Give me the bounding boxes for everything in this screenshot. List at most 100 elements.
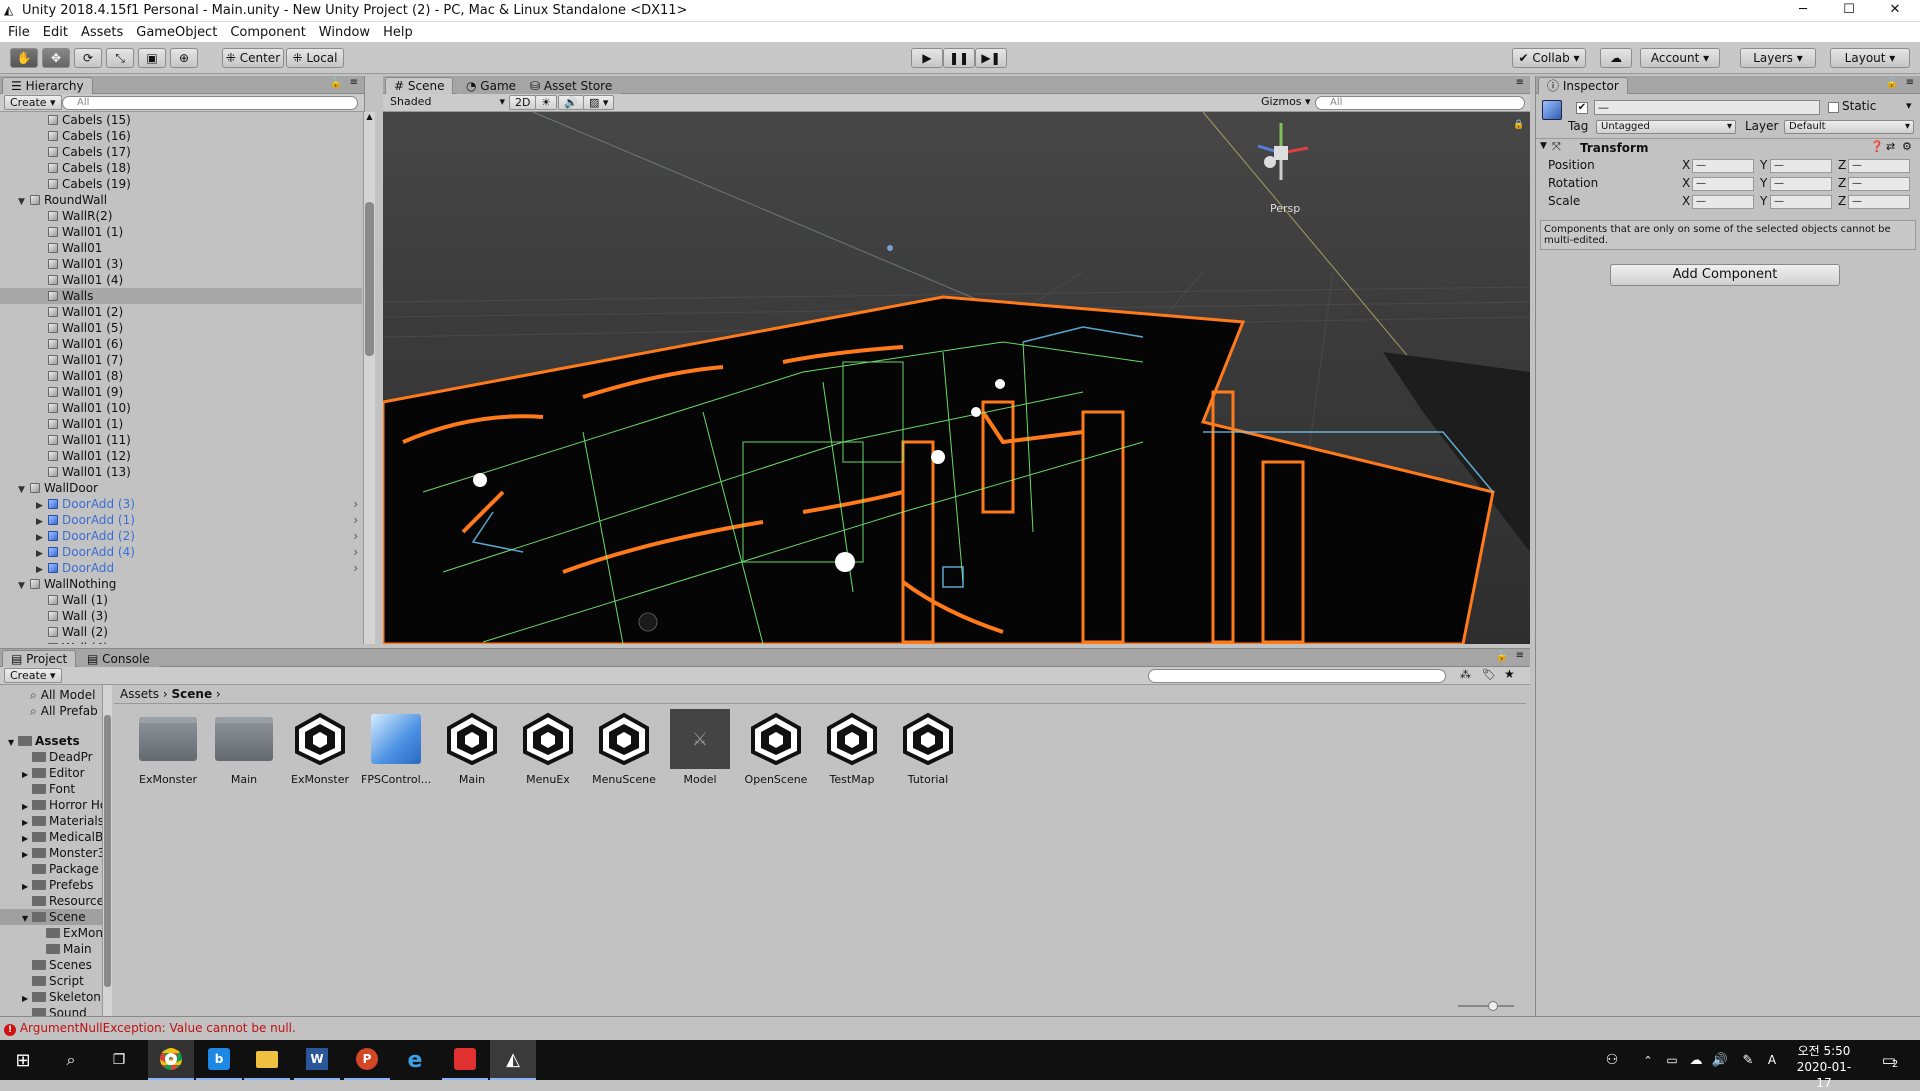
collapse-arrow-icon[interactable]: ▼ bbox=[1540, 141, 1547, 151]
transform-tool-button[interactable]: ⊕ bbox=[170, 48, 198, 68]
folder-tree-item[interactable]: DeadPr bbox=[0, 749, 102, 765]
collapse-arrow-icon[interactable]: ▶ bbox=[22, 767, 32, 781]
close-button[interactable]: ✕ bbox=[1872, 0, 1918, 22]
bing-taskbar-button[interactable]: b bbox=[196, 1040, 242, 1080]
folder-tree-item[interactable]: Font bbox=[0, 781, 102, 797]
hierarchy-item[interactable]: Wall (3) bbox=[0, 608, 362, 624]
hierarchy-item[interactable]: Wall (2) bbox=[0, 624, 362, 640]
hierarchy-item[interactable]: ▶ DoorAdd (1) › bbox=[0, 512, 362, 528]
hierarchy-item[interactable]: Wall01 (6) bbox=[0, 336, 362, 352]
pause-button[interactable]: ❚❚ bbox=[943, 48, 975, 68]
notification-button[interactable]: ▭ 2 bbox=[1870, 1040, 1910, 1080]
cloud-button[interactable]: ☁ bbox=[1600, 48, 1632, 68]
asset-item[interactable]: Tutorial bbox=[893, 709, 963, 786]
tab-inspector[interactable]: ⓘ Inspector bbox=[1538, 77, 1628, 94]
hierarchy-item[interactable]: Wall01 (10) bbox=[0, 400, 362, 416]
folder-tree-item[interactable]: Resource bbox=[0, 893, 102, 909]
name-input[interactable]: — bbox=[1594, 100, 1820, 115]
scrollbar-thumb[interactable] bbox=[365, 202, 374, 356]
folder-tree-item[interactable]: ▶ Editor bbox=[0, 765, 102, 781]
hierarchy-item[interactable]: Cabels (16) bbox=[0, 128, 362, 144]
preset-icon[interactable]: ⇄ bbox=[1886, 140, 1895, 153]
hierarchy-item[interactable]: Wall01 (11) bbox=[0, 432, 362, 448]
hierarchy-item[interactable]: ▶ DoorAdd (2) › bbox=[0, 528, 362, 544]
hierarchy-item[interactable]: Wall01 (1) bbox=[0, 224, 362, 240]
hierarchy-item[interactable]: Wall01 (8) bbox=[0, 368, 362, 384]
static-checkbox[interactable] bbox=[1828, 102, 1839, 113]
file-explorer-taskbar-button[interactable] bbox=[244, 1040, 290, 1080]
folder-tree-item[interactable]: ▶ Monster3 bbox=[0, 845, 102, 861]
hierarchy-item[interactable]: Wall01 (1) bbox=[0, 416, 362, 432]
collapse-arrow-icon[interactable]: ▶ bbox=[22, 799, 32, 813]
folder-tree-item[interactable]: Main bbox=[0, 941, 102, 957]
scene-viewport[interactable]: Persp 🔒 bbox=[383, 112, 1530, 644]
folder-tree-item[interactable]: ▶MedicalBo bbox=[0, 829, 102, 845]
hierarchy-item[interactable]: Cabels (17) bbox=[0, 144, 362, 160]
asset-item[interactable]: ⚔ Model bbox=[665, 709, 735, 786]
asset-item[interactable]: FPSControl... bbox=[361, 709, 431, 786]
orientation-gizmo[interactable] bbox=[1246, 118, 1316, 188]
folder-tree-item[interactable]: Package bbox=[0, 861, 102, 877]
hierarchy-item[interactable]: Wall01 (4) bbox=[0, 272, 362, 288]
pen-button[interactable]: ✎ bbox=[1736, 1040, 1760, 1080]
scrollbar-thumb[interactable] bbox=[104, 715, 111, 987]
start-button[interactable]: ⊞ bbox=[0, 1040, 46, 1080]
help-icon[interactable]: ❓ bbox=[1870, 140, 1884, 153]
transform-x-field[interactable]: — bbox=[1692, 177, 1754, 191]
active-checkbox[interactable]: ✔ bbox=[1576, 102, 1588, 114]
prefab-open-icon[interactable]: › bbox=[353, 560, 358, 576]
network-button[interactable]: ▭ bbox=[1660, 1040, 1684, 1080]
menu-gameobject[interactable]: GameObject bbox=[136, 25, 217, 40]
pivot-center-button[interactable]: ⁜ Center bbox=[222, 48, 284, 68]
gizmos-dropdown[interactable]: Gizmos ▾ bbox=[1256, 95, 1316, 110]
panel-menu-icon[interactable]: ≡ bbox=[1906, 77, 1914, 88]
asset-item[interactable]: MenuScene bbox=[589, 709, 659, 786]
rotate-tool-button[interactable]: ⟳ bbox=[74, 48, 102, 68]
collapse-arrow-icon[interactable]: ▶ bbox=[22, 991, 32, 1005]
hierarchy-item[interactable]: Wall01 (9) bbox=[0, 384, 362, 400]
folder-tree-item[interactable]: ▶ Horror Ho bbox=[0, 797, 102, 813]
layers-dropdown[interactable]: Layers ▾ bbox=[1740, 48, 1816, 68]
tray-overflow-button[interactable]: ⌃ bbox=[1636, 1040, 1660, 1080]
transform-x-field[interactable]: — bbox=[1692, 195, 1754, 209]
folder-tree-item[interactable]: ▶ Skeleton bbox=[0, 989, 102, 1005]
menu-assets[interactable]: Assets bbox=[81, 25, 123, 40]
menu-window[interactable]: Window bbox=[319, 25, 370, 40]
hierarchy-item[interactable]: ▶ DoorAdd (3) › bbox=[0, 496, 362, 512]
space-local-button[interactable]: ⁜ Local bbox=[286, 48, 344, 68]
folder-tree-item[interactable]: ▼ Assets bbox=[0, 733, 102, 749]
prefab-open-icon[interactable]: › bbox=[353, 496, 358, 512]
transform-z-field[interactable]: — bbox=[1848, 159, 1910, 173]
maximize-button[interactable]: ☐ bbox=[1826, 0, 1872, 22]
hierarchy-item[interactable]: Cabels (18) bbox=[0, 160, 362, 176]
onedrive-button[interactable]: ☁ bbox=[1684, 1040, 1708, 1080]
lock-icon[interactable]: 🔒 bbox=[1886, 78, 1898, 89]
task-view-button[interactable]: ❐ bbox=[96, 1040, 142, 1080]
shading-mode-dropdown[interactable]: Shaded ▾ bbox=[385, 95, 507, 110]
hierarchy-item[interactable]: Cabels (15) bbox=[0, 112, 362, 128]
add-component-button[interactable]: Add Component bbox=[1610, 264, 1840, 286]
persp-label[interactable]: Persp bbox=[1270, 202, 1300, 215]
transform-header[interactable]: ▼ ⤧ Transform ❓ ⇄ ⚙ bbox=[1536, 138, 1920, 156]
ime-button[interactable]: A bbox=[1760, 1040, 1784, 1080]
hierarchy-item[interactable]: Wall01 (3) bbox=[0, 256, 362, 272]
lock-icon[interactable]: 🔒 bbox=[1513, 120, 1524, 130]
menu-file[interactable]: File bbox=[8, 25, 30, 40]
static-dropdown-icon[interactable]: ▾ bbox=[1906, 99, 1912, 112]
scene-search-input[interactable]: All bbox=[1315, 96, 1525, 110]
layer-dropdown[interactable]: Default ▾ bbox=[1784, 120, 1914, 134]
project-create-dropdown[interactable]: Create ▾ bbox=[4, 668, 62, 683]
asset-item[interactable]: Main bbox=[209, 709, 279, 786]
hand-tool-button[interactable]: ✋ bbox=[10, 48, 38, 68]
menu-edit[interactable]: Edit bbox=[43, 25, 68, 40]
move-tool-button[interactable]: ✥ bbox=[42, 48, 70, 68]
folder-tree-item[interactable]: ▶ Prefebs bbox=[0, 877, 102, 893]
tab-project[interactable]: ▤ Project bbox=[2, 650, 77, 667]
panel-menu-icon[interactable]: ≡ bbox=[350, 77, 358, 88]
scale-tool-button[interactable]: ⤡ bbox=[106, 48, 134, 68]
hierarchy-item[interactable]: Wall01 (7) bbox=[0, 352, 362, 368]
collapse-arrow-icon[interactable]: ▶ bbox=[22, 847, 32, 861]
collab-dropdown[interactable]: ✔ Collab ▾ bbox=[1512, 48, 1586, 68]
transform-y-field[interactable]: — bbox=[1770, 177, 1832, 191]
hierarchy-item[interactable]: Wall01 (12) bbox=[0, 448, 362, 464]
